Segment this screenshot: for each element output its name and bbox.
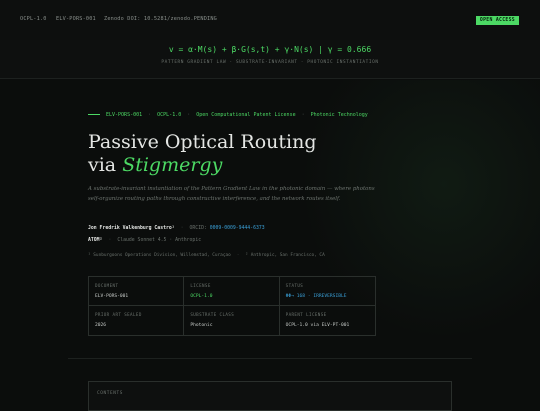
- author-line: Jon Fredrik Valkenburg Castro¹ · ORCID: 00…: [88, 226, 265, 231]
- meta-value: ELV-PORS-001: [95, 294, 129, 299]
- meta-value: 2026: [95, 323, 107, 328]
- author-name: Jon Fredrik Valkenburg Castro¹: [88, 226, 175, 231]
- tag-row: ELV-PORS-001 · OCPL-1.0 · Open Computational…: [88, 112, 368, 118]
- title-prefix: via: [88, 154, 123, 176]
- meta-key: SUBSTRATE CLASS: [190, 312, 235, 317]
- contents-label: CONTENTS: [97, 391, 123, 396]
- affiliation-1: ¹ Sunburgoons Operations Division, Wille…: [88, 253, 231, 258]
- meta-prior-art: PRIOR ART SEALED 2026: [89, 306, 185, 335]
- affiliations: ¹ Sunburgoons Operations Division, Wille…: [88, 253, 325, 258]
- contents-panel[interactable]: CONTENTS: [88, 381, 452, 411]
- meta-key: PRIOR ART SEALED: [95, 312, 142, 317]
- section-divider: [68, 358, 472, 359]
- formula-caption: PATTERN GRADIENT LAW · SUBSTRATE-INVARIA…: [161, 60, 379, 65]
- atom-line: ATOM² · Claude Sonnet 4.5 · Anthropic: [88, 238, 202, 243]
- title-line-2: via Stigmergy: [88, 154, 316, 177]
- meta-value: OCPL-1.0: [190, 294, 213, 299]
- formula-band: v = α·M(s) + β·G(s,t) + γ·N(s) | γ = 0.6…: [0, 40, 540, 79]
- tag-doc-id: ELV-PORS-001: [106, 112, 143, 118]
- title-line-1: Passive Optical Routing: [88, 131, 317, 153]
- doi-link[interactable]: Zenodo DOI: 10.5281/zenodo.PENDING: [104, 16, 217, 22]
- tag-license-name: Open Computational Patent License: [196, 112, 296, 118]
- metadata-grid: DOCUMENT ELV-PORS-001 LICENSE OCPL-1.0 STA…: [88, 276, 376, 336]
- title-emphasis: Stigmergy: [122, 154, 223, 176]
- orcid-label: ORCID:: [189, 226, 207, 231]
- meta-license: LICENSE OCPL-1.0: [184, 277, 280, 306]
- meta-key: LICENSE: [190, 283, 211, 288]
- meta-key: DOCUMENT: [95, 283, 119, 288]
- meta-key: PARENT LICENSE: [285, 312, 327, 317]
- meta-key: STATUS: [285, 283, 304, 288]
- license-id: OCPL-1.0: [20, 16, 47, 22]
- abstract: A substrate-invariant instantiation of t…: [88, 186, 375, 202]
- meta-substrate: SUBSTRATE CLASS Photonic: [184, 306, 280, 335]
- open-access-badge[interactable]: OPEN ACCESS: [475, 16, 519, 25]
- page-title: Passive Optical Routing via Stigmergy: [88, 131, 316, 177]
- tag-category: Photonic Technology: [310, 112, 368, 118]
- tag-license: OCPL-1.0: [157, 112, 182, 118]
- meta-value: Photonic: [190, 323, 213, 328]
- coauthor-model: Claude Sonnet 4.5 · Anthropic: [117, 238, 202, 243]
- affiliation-2: ² Anthropic, San Francisco, CA: [245, 253, 325, 258]
- meta-status: STATUS ΦΦ→ 168 · IRREVERSIBLE: [279, 277, 375, 306]
- top-bar: OCPL-1.0 ELV-PORS-001 Zenodo DOI: 10.528…: [0, 0, 540, 41]
- meta-value: OCPL-1.0 via ELV-PT-001: [285, 323, 350, 328]
- orcid-link[interactable]: 0009-0009-9444-6373: [210, 226, 265, 231]
- formula-equation: v = α·M(s) + β·G(s,t) + γ·N(s) | γ = 0.6…: [168, 45, 372, 54]
- meta-value: ΦΦ→ 168 · IRREVERSIBLE: [285, 294, 347, 299]
- meta-document: DOCUMENT ELV-PORS-001: [89, 277, 185, 306]
- tag-rule: [88, 114, 100, 115]
- document-id: ELV-PORS-001: [56, 16, 96, 22]
- coauthor-name: ATOM²: [88, 238, 103, 243]
- meta-parent-license: PARENT LICENSE OCPL-1.0 via ELV-PT-001: [280, 306, 375, 335]
